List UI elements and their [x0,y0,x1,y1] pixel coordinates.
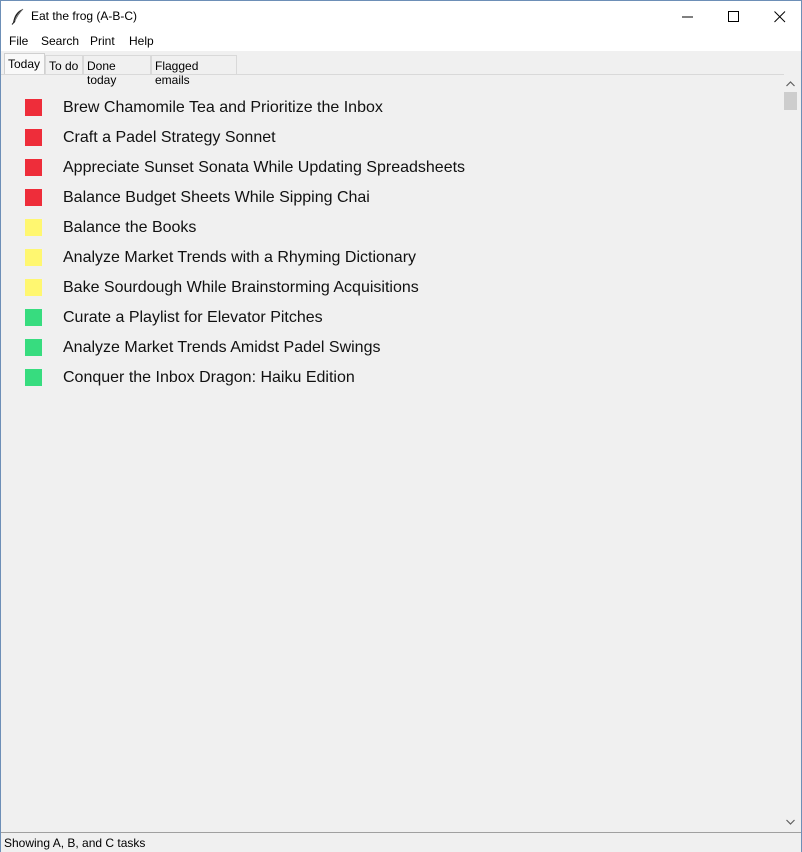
task-row[interactable]: Conquer the Inbox Dragon: Haiku Edition [25,369,765,399]
task-row[interactable]: Craft a Padel Strategy Sonnet [25,129,765,159]
task-list: Brew Chamomile Tea and Prioritize the In… [1,75,782,831]
tab-today[interactable]: Today [4,53,45,75]
tab-flagged-emails[interactable]: Flagged emails [151,55,237,87]
tab-to-do[interactable]: To do [45,55,83,74]
priority-swatch [25,219,42,236]
priority-swatch [25,159,42,176]
menu-print[interactable]: Print [89,34,116,48]
feather-icon [11,8,25,25]
tab-bar: Today To do Done today Flagged emails [1,53,801,87]
task-row[interactable]: Balance the Books [25,219,765,249]
minimize-button[interactable] [665,1,711,32]
scroll-up-button[interactable] [782,76,799,93]
menu-search[interactable]: Search [40,34,80,48]
task-label: Bake Sourdough While Brainstorming Acqui… [63,279,419,296]
task-label: Conquer the Inbox Dragon: Haiku Edition [63,369,355,386]
scroll-thumb[interactable] [784,92,797,110]
priority-swatch [25,339,42,356]
menu-file[interactable]: File [8,34,29,48]
task-label: Balance Budget Sheets While Sipping Chai [63,189,370,206]
task-label: Appreciate Sunset Sonata While Updating … [63,159,466,176]
chevron-up-icon [786,81,795,87]
vertical-scrollbar[interactable] [782,76,799,831]
status-text: Showing A, B, and C tasks [4,836,146,850]
task-label: Craft a Padel Strategy Sonnet [63,129,276,146]
close-icon [774,11,786,23]
menu-help[interactable]: Help [128,34,155,48]
priority-swatch [25,279,42,296]
status-bar: Showing A, B, and C tasks [1,832,801,852]
task-row[interactable]: Brew Chamomile Tea and Prioritize the In… [25,99,765,129]
menu-bar: File Search Print Help [1,32,801,51]
task-label: Balance the Books [63,219,197,236]
chevron-down-icon [786,819,795,825]
priority-swatch [25,99,42,116]
priority-swatch [25,309,42,326]
tab-done-today[interactable]: Done today [83,55,151,87]
window-title: Eat the frog (A-B-C) [31,9,138,23]
task-row[interactable]: Bake Sourdough While Brainstorming Acqui… [25,279,765,309]
priority-swatch [25,189,42,206]
scroll-down-button[interactable] [782,814,799,831]
minimize-icon [682,16,693,18]
task-label: Brew Chamomile Tea and Prioritize the In… [63,99,383,116]
maximize-icon [728,11,739,22]
task-row[interactable]: Analyze Market Trends Amidst Padel Swing… [25,339,765,369]
task-row[interactable]: Curate a Playlist for Elevator Pitches [25,309,765,339]
task-row[interactable]: Balance Budget Sheets While Sipping Chai [25,189,765,219]
task-label: Analyze Market Trends with a Rhyming Dic… [63,249,417,266]
task-label: Curate a Playlist for Elevator Pitches [63,309,323,326]
task-label: Analyze Market Trends Amidst Padel Swing… [63,339,381,356]
app-window: Eat the frog (A-B-C) File Search Print H… [0,0,802,852]
priority-swatch [25,249,42,266]
title-bar[interactable]: Eat the frog (A-B-C) [1,1,801,32]
task-row[interactable]: Analyze Market Trends with a Rhyming Dic… [25,249,765,279]
maximize-button[interactable] [711,1,757,32]
task-row[interactable]: Appreciate Sunset Sonata While Updating … [25,159,765,189]
priority-swatch [25,369,42,386]
priority-swatch [25,129,42,146]
close-button[interactable] [757,1,802,32]
